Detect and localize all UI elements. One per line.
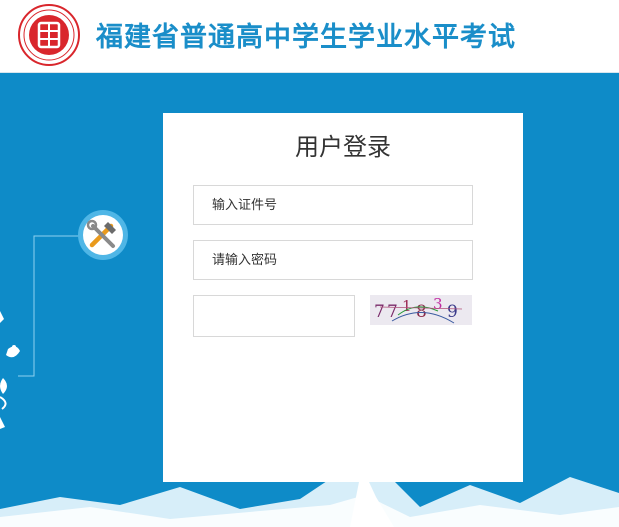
captcha-image[interactable]: 7 7 1 8 3 9 bbox=[370, 295, 472, 325]
exam-seal-logo-icon bbox=[18, 4, 80, 66]
id-number-input[interactable] bbox=[193, 185, 473, 225]
login-title: 用户登录 bbox=[295, 133, 391, 161]
page-header: 福建省普通高中学生学业水平考试 bbox=[0, 0, 619, 73]
svg-text:1: 1 bbox=[402, 297, 412, 315]
password-input[interactable] bbox=[193, 240, 473, 280]
captcha-input[interactable] bbox=[193, 295, 355, 337]
site-title: 福建省普通高中学生学业水平考试 bbox=[96, 22, 516, 53]
tools-icon bbox=[78, 210, 128, 260]
svg-text:7: 7 bbox=[374, 302, 385, 322]
svg-text:9: 9 bbox=[447, 302, 458, 322]
login-panel: 用户登录 7 7 1 8 3 9 bbox=[163, 113, 523, 482]
login-background: 用户登录 7 7 1 8 3 9 bbox=[0, 73, 619, 527]
svg-text:3: 3 bbox=[433, 295, 443, 313]
